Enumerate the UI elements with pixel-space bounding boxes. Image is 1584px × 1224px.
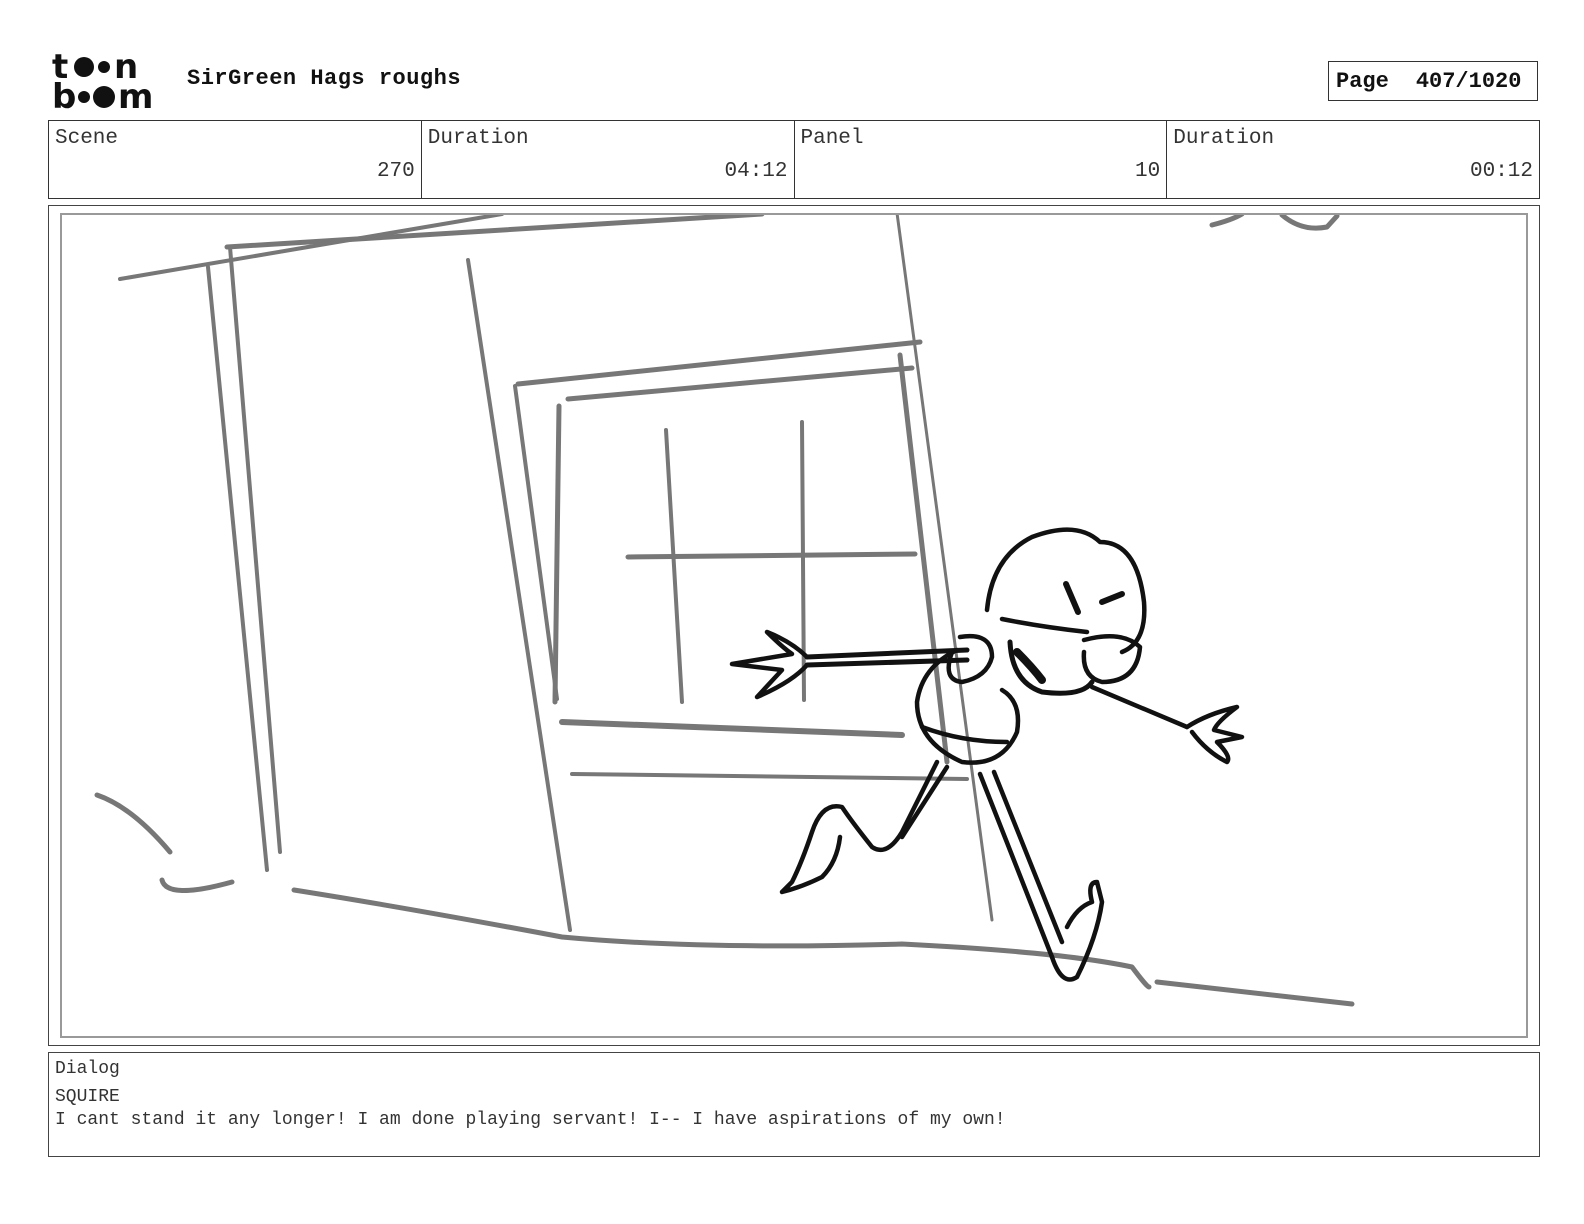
toonboom-logo: t n b m bbox=[52, 50, 164, 112]
roof-line bbox=[224, 215, 765, 250]
panel-duration-label: Duration bbox=[1173, 127, 1275, 150]
window-frame bbox=[559, 719, 905, 738]
scribble bbox=[1279, 215, 1340, 231]
panel-cell: Panel 10 bbox=[795, 121, 1168, 198]
dialog-line: I cant stand it any longer! I am done pl… bbox=[55, 1110, 1006, 1130]
window-frame bbox=[513, 384, 559, 701]
panel-info-row: Scene 270 Duration 04:12 Panel 10 Durati… bbox=[48, 120, 1540, 199]
svg-text:m: m bbox=[118, 77, 153, 112]
page-number: 407/1020 bbox=[1415, 68, 1522, 94]
scene-duration-cell: Duration 04:12 bbox=[422, 121, 795, 198]
page-label: Page bbox=[1336, 68, 1389, 94]
ground-line bbox=[94, 792, 173, 855]
panel-value: 10 bbox=[1135, 160, 1161, 183]
window-frame bbox=[515, 339, 923, 387]
page-indicator: Page 407/1020 bbox=[1328, 61, 1538, 101]
window-frame bbox=[570, 772, 969, 781]
window-mullion bbox=[625, 551, 918, 560]
ground-line bbox=[159, 877, 235, 893]
dialog-box: Dialog SQUIRE I cant stand it any longer… bbox=[48, 1052, 1540, 1157]
dialog-label: Dialog bbox=[55, 1059, 120, 1079]
panel-duration-value: 00:12 bbox=[1469, 160, 1533, 183]
scene-cell: Scene 270 bbox=[49, 121, 422, 198]
dialog-speaker: SQUIRE bbox=[55, 1087, 120, 1107]
ground-line bbox=[1154, 979, 1355, 1007]
ground-line bbox=[291, 887, 1152, 990]
scene-value: 270 bbox=[376, 160, 415, 183]
scene-duration-label: Duration bbox=[427, 127, 529, 150]
panel-duration-cell: Duration 00:12 bbox=[1167, 121, 1539, 198]
squire-character bbox=[729, 527, 1245, 982]
storyboard-drawing bbox=[60, 213, 1528, 1038]
window-mullion bbox=[800, 420, 806, 702]
panel-label: Panel bbox=[800, 127, 864, 150]
scene-duration-value: 04:12 bbox=[724, 160, 788, 183]
scribble bbox=[1209, 215, 1245, 228]
document-title: SirGreen Hags roughs bbox=[187, 66, 462, 91]
svg-text:b: b bbox=[52, 77, 76, 112]
window-frame bbox=[552, 403, 562, 705]
scene-label: Scene bbox=[55, 127, 119, 150]
roof-line bbox=[118, 215, 504, 281]
window-mullion bbox=[664, 428, 684, 704]
